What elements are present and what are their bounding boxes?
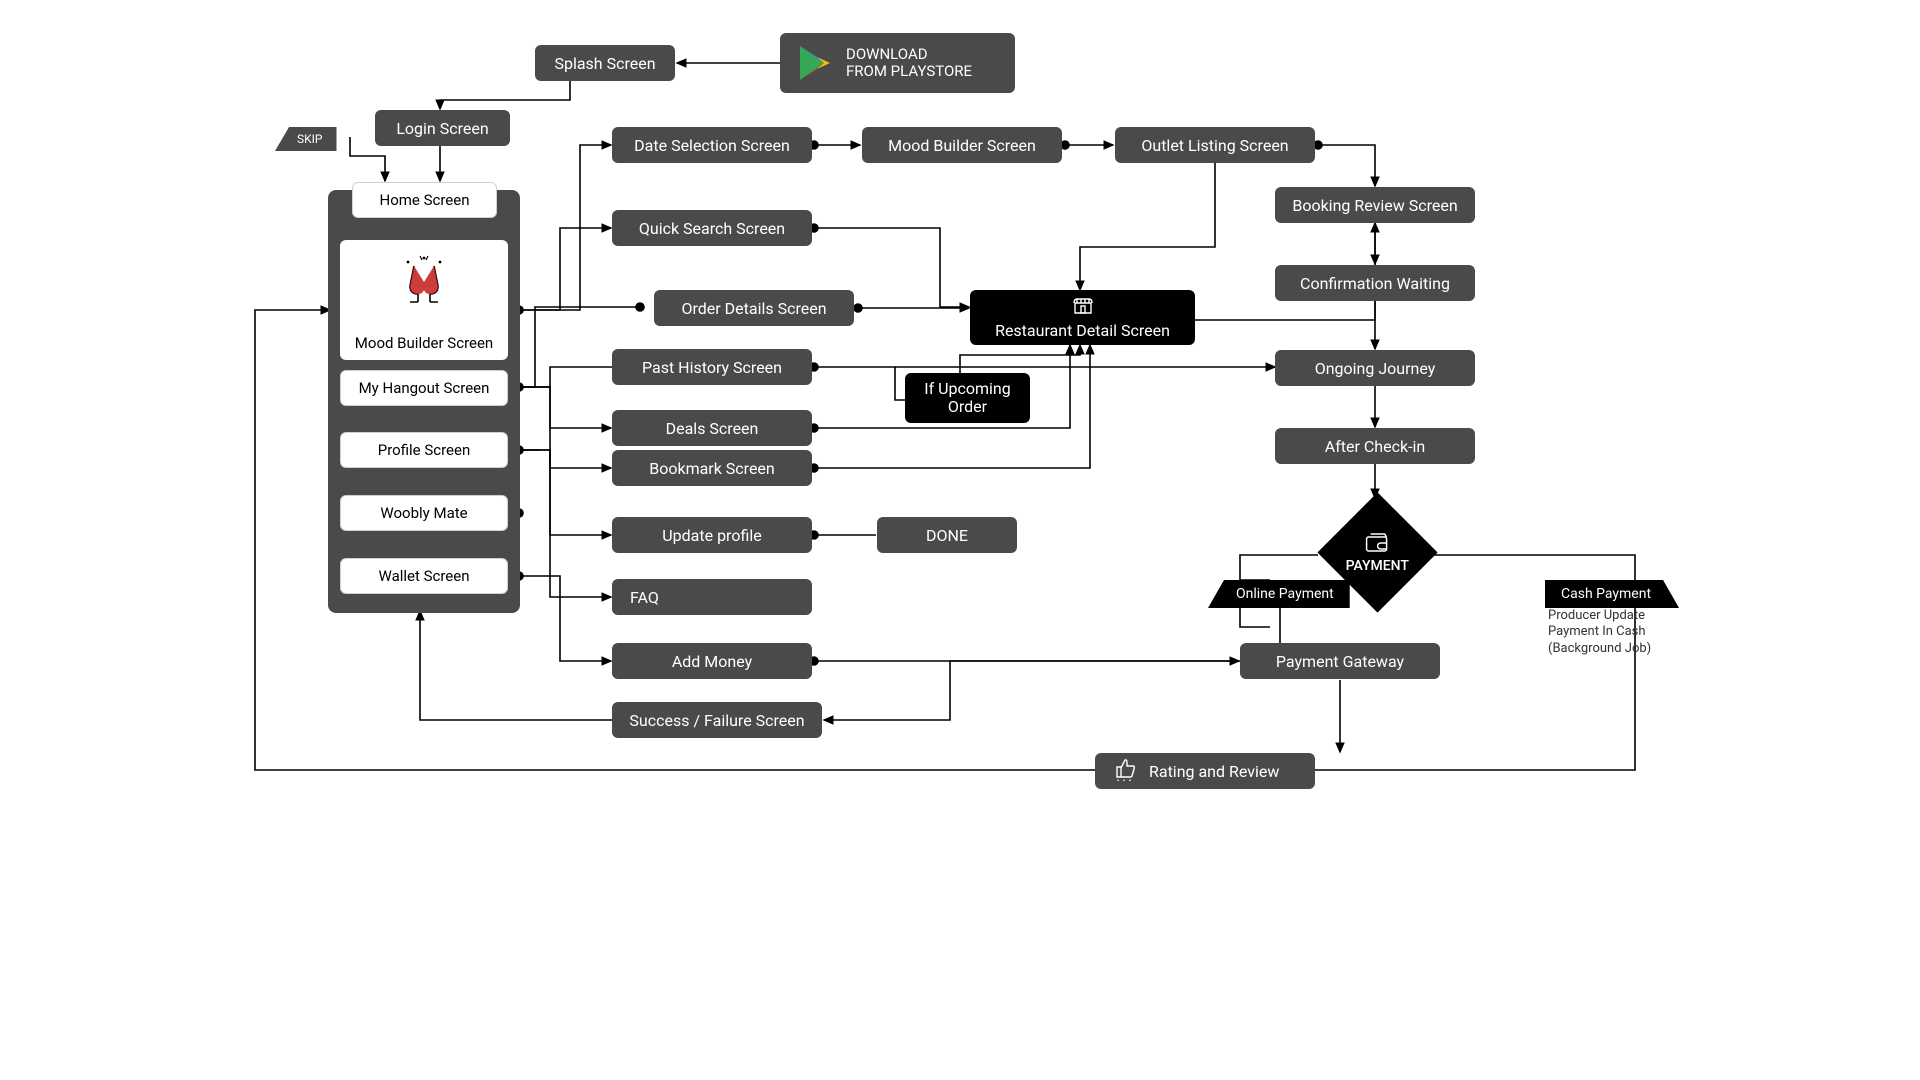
download-playstore-node: DOWNLOAD FROM PLAYSTORE	[780, 33, 1015, 93]
login-screen-node: Login Screen	[375, 110, 510, 146]
flowchart-canvas: DOWNLOAD FROM PLAYSTORE Splash Screen Lo…	[240, 0, 1680, 840]
if-upcoming-order-node: If Upcoming Order	[905, 373, 1030, 423]
add-money-node: Add Money	[612, 643, 812, 679]
bookmark-node: Bookmark Screen	[612, 450, 812, 486]
phone-wallet: Wallet Screen	[340, 558, 508, 594]
home-screen-node: Home Screen	[352, 182, 497, 218]
after-checkin-node: After Check-in	[1275, 428, 1475, 464]
restaurant-detail-node: Restaurant Detail Screen	[970, 290, 1195, 345]
mood-builder-node: Mood Builder Screen	[862, 127, 1062, 163]
cash-payment-tag: Cash Payment	[1545, 580, 1679, 608]
date-selection-node: Date Selection Screen	[612, 127, 812, 163]
wallet-icon	[1365, 532, 1391, 558]
cash-note: Producer Update Payment In Cash (Backgro…	[1548, 608, 1651, 657]
storefront-icon	[1072, 295, 1094, 319]
rating-review-label: Rating and Review	[1149, 762, 1279, 781]
skip-tag: SKIP	[275, 127, 337, 151]
download-line2: FROM PLAYSTORE	[846, 63, 972, 80]
done-node: DONE	[877, 517, 1017, 553]
phone-profile: Profile Screen	[340, 432, 508, 468]
payment-gateway-node: Payment Gateway	[1240, 643, 1440, 679]
booking-review-node: Booking Review Screen	[1275, 187, 1475, 223]
payment-label: PAYMENT	[1346, 558, 1409, 574]
restaurant-detail-label: Restaurant Detail Screen	[995, 321, 1170, 340]
thumbs-up-stars-icon	[1113, 757, 1139, 785]
phone-mood-builder-label: Mood Builder Screen	[355, 334, 493, 352]
success-failure-node: Success / Failure Screen	[612, 702, 822, 738]
phone-woobly-mate: Woobly Mate	[340, 495, 508, 531]
confirmation-waiting-node: Confirmation Waiting	[1275, 265, 1475, 301]
splash-screen-node: Splash Screen	[535, 45, 675, 81]
deals-node: Deals Screen	[612, 410, 812, 446]
phone-card-mood-builder: Mood Builder Screen	[340, 240, 508, 360]
outlet-listing-node: Outlet Listing Screen	[1115, 127, 1315, 163]
play-store-icon	[798, 44, 832, 82]
faq-node: FAQ	[612, 579, 812, 615]
online-payment-tag: Online Payment	[1208, 580, 1350, 608]
phone-my-hangout: My Hangout Screen	[340, 370, 508, 406]
quick-search-node: Quick Search Screen	[612, 210, 812, 246]
past-history-node: Past History Screen	[612, 349, 812, 385]
rating-review-node: Rating and Review	[1095, 753, 1315, 789]
order-details-node: Order Details Screen	[654, 290, 854, 326]
cheers-icon	[396, 252, 452, 312]
update-profile-node: Update profile	[612, 517, 812, 553]
ongoing-journey-node: Ongoing Journey	[1275, 350, 1475, 386]
download-line1: DOWNLOAD	[846, 46, 972, 63]
